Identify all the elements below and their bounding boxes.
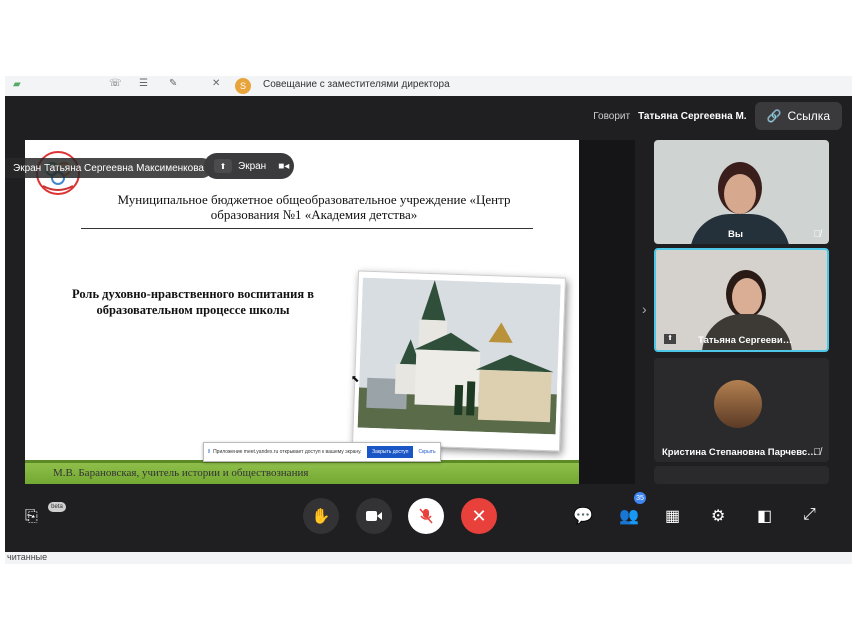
tile-name: Вы [728,229,743,240]
church-photo [352,270,566,452]
chevron-right-icon[interactable]: › [642,301,647,317]
microphone-button[interactable] [408,498,444,534]
slide-topic: Роль духовно-нравственного воспитания в … [72,287,314,317]
copy-link-button[interactable]: 🔗 Ссылка [754,102,842,130]
camera-button[interactable] [356,498,392,534]
screen-pill-label: Экран [238,160,267,172]
call-history-icon[interactable]: ☏ [109,78,122,89]
settings-gear-icon[interactable]: ⚙ [711,506,725,526]
tile-name: Татьяна Сергееви… [698,335,793,346]
link-icon: 🔗 [766,109,782,123]
mic-off-icon [419,508,433,524]
end-call-button[interactable]: ✕ [461,498,497,534]
copy-link-label: Ссылка [787,109,830,123]
slide-footer-bar: М.В. Барановская, учитель истории и обще… [25,460,579,484]
mic-muted-icon: 🎙̸ [813,447,822,458]
list-icon[interactable]: ☰ [139,78,148,89]
shared-screen-slide: Муниципальное бюджетное общеобразователь… [25,140,579,484]
captions-icon[interactable]: ⎘ [25,508,38,526]
hide-banner-button[interactable]: Скрыть [418,449,435,455]
mic-muted-icon: 🎙̸ [813,229,822,240]
speaker-label: Говорит [593,110,631,122]
stop-sharing-button[interactable]: Закрыть доступ [367,446,414,458]
edit-icon[interactable]: ✎ [169,78,177,89]
slide-author: М.В. Барановская, учитель истории и обще… [53,467,309,479]
share-banner-text: Приложение meet.yandex.ru открывает дост… [213,449,362,455]
layout-toggle-icon[interactable]: ◧ [757,506,772,526]
fullscreen-icon[interactable]: ⤢ [803,506,816,524]
self-face [724,174,756,214]
mouse-cursor-icon: ⬉ [351,374,360,385]
title-divider [81,228,533,229]
speaker-body [702,314,792,350]
participant-tile-next[interactable] [654,466,829,484]
presenter-name-label: Экран Татьяна Сергеевна Максименкова [5,158,212,178]
meeting-avatar: S [235,78,251,94]
speaker-face [732,278,762,316]
captions-beta-badge: beta [48,502,66,512]
screen-share-icon: ⬆ [214,159,232,173]
participants-icon[interactable]: 👥 [619,506,639,526]
participant-tile-kristina[interactable]: Кристина Степановна Парчевс… 🎙̸ [654,358,829,462]
close-icon[interactable]: ✕ [212,78,220,89]
participant-tile-speaker[interactable]: ⬆ Татьяна Сергееви… [654,248,829,352]
screen-share-indicator-icon: ⬆ [664,334,676,344]
bottom-left-text: читанные [7,552,48,562]
camera-small-icon: ■◂ [278,160,290,172]
share-info-icon: ǁ [208,449,211,455]
grid-layout-icon[interactable]: ▦ [665,506,680,526]
app-bottom-strip: читанные [5,552,852,564]
call-control-bar: ⎘ beta ✋ ✕ 💬 👥 35 ▦ ⚙ ◧ ⤢ [5,484,852,552]
header-bar: Говорит Татьяна Сергеевна М. 🔗 Ссылка [593,102,842,130]
speaker-name: Татьяна Сергеевна М. [638,110,747,122]
meeting-title: Совещание с заместителями директора [263,79,450,90]
camera-icon [366,511,382,521]
hand-icon: ✋ [311,508,331,525]
screen-share-banner: ǁ Приложение meet.yandex.ru открывает до… [203,442,441,462]
org-title: Муниципальное бюджетное общеобразователь… [117,192,511,222]
app-background-strip: ▰ ☏ ☰ ✎ ✕ S Совещание с заместителями ди… [5,76,852,96]
close-icon: ✕ [471,505,487,526]
tile-name: Кристина Степановна Парчевс… [662,447,817,458]
church-image [357,277,561,435]
participant-avatar [714,380,762,428]
participants-count-badge: 35 [634,492,646,504]
app-logo-icon: ▰ [13,79,21,90]
slide-letterbox [579,140,635,484]
raise-hand-button[interactable]: ✋ [303,498,339,534]
screen-share-pill[interactable]: ⬆ Экран ■◂ [204,153,294,179]
chat-icon[interactable]: 💬 [573,506,593,526]
participant-tile-self[interactable]: Вы 🎙̸ [654,140,829,244]
